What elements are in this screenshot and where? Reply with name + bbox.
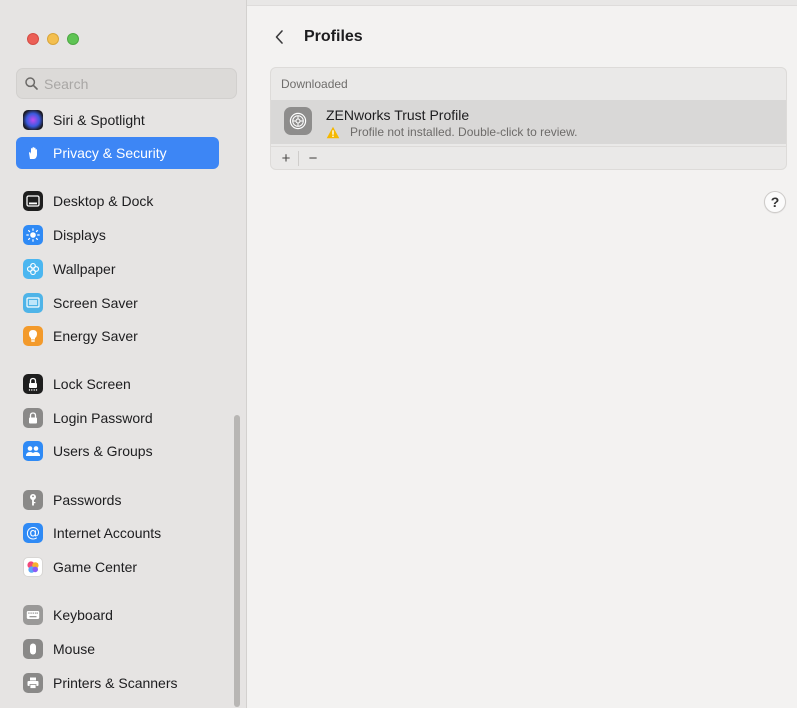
profile-name: ZENworks Trust Profile bbox=[326, 107, 470, 123]
sidebar-item-mouse[interactable]: Mouse bbox=[16, 633, 219, 665]
hand-icon bbox=[23, 143, 43, 163]
zoom-window-button[interactable] bbox=[67, 33, 79, 45]
sidebar-item-lock-screen[interactable]: Lock Screen bbox=[16, 368, 219, 400]
sidebar-item-displays[interactable]: Displays bbox=[16, 219, 219, 251]
add-profile-button[interactable]: + bbox=[277, 149, 295, 167]
profile-status-text: Profile not installed. Double-click to r… bbox=[350, 125, 578, 139]
key-icon bbox=[23, 490, 43, 510]
sidebar-item-internet-accounts[interactable]: @ Internet Accounts bbox=[16, 517, 219, 549]
sidebar-item-energy-saver[interactable]: Energy Saver bbox=[16, 320, 219, 352]
users-icon bbox=[23, 441, 43, 461]
panel-footer: + − bbox=[271, 146, 786, 169]
sidebar-item-users-groups[interactable]: Users & Groups bbox=[16, 435, 219, 467]
lock-screen-icon bbox=[23, 374, 43, 394]
sidebar-item-label: Printers & Scanners bbox=[53, 675, 178, 691]
padlock-icon bbox=[23, 408, 43, 428]
sidebar-item-keyboard[interactable]: Keyboard bbox=[16, 599, 219, 631]
close-window-button[interactable] bbox=[27, 33, 39, 45]
sidebar-item-siri-spotlight[interactable]: Siri & Spotlight bbox=[16, 104, 219, 136]
at-icon: @ bbox=[23, 523, 43, 543]
dock-icon bbox=[23, 191, 43, 211]
sidebar-item-label: Energy Saver bbox=[53, 328, 138, 344]
sidebar-item-label: Users & Groups bbox=[53, 443, 153, 459]
sidebar-item-passwords[interactable]: Passwords bbox=[16, 484, 219, 516]
system-settings-window: Siri & Spotlight Privacy & Security Desk… bbox=[0, 0, 797, 708]
search-input[interactable] bbox=[44, 75, 224, 92]
back-button[interactable] bbox=[269, 26, 289, 48]
sidebar: Siri & Spotlight Privacy & Security Desk… bbox=[0, 0, 247, 708]
window-controls bbox=[27, 33, 79, 45]
sidebar-item-label: Displays bbox=[53, 227, 106, 243]
siri-icon bbox=[23, 110, 43, 130]
gear-icon bbox=[284, 107, 312, 135]
search-icon bbox=[25, 77, 38, 90]
sidebar-item-printers-scanners[interactable]: Printers & Scanners bbox=[16, 667, 219, 699]
sidebar-item-label: Passwords bbox=[53, 492, 122, 508]
sidebar-item-label: Wallpaper bbox=[53, 261, 116, 277]
bulb-icon bbox=[23, 326, 43, 346]
sidebar-item-desktop-dock[interactable]: Desktop & Dock bbox=[16, 185, 219, 217]
remove-profile-button[interactable]: − bbox=[304, 149, 322, 167]
page-title: Profiles bbox=[304, 28, 363, 45]
sidebar-item-label: Desktop & Dock bbox=[53, 193, 154, 209]
minimize-window-button[interactable] bbox=[47, 33, 59, 45]
title-bar-edge bbox=[247, 0, 797, 6]
main-content: Profiles Downloaded ZENworks Trust Profi… bbox=[247, 0, 797, 708]
sidebar-item-label: Privacy & Security bbox=[53, 145, 167, 161]
sidebar-item-privacy-security[interactable]: Privacy & Security bbox=[16, 137, 219, 169]
section-header: Downloaded bbox=[281, 77, 348, 91]
sidebar-item-game-center[interactable]: Game Center bbox=[16, 551, 219, 583]
sidebar-item-label: Internet Accounts bbox=[53, 525, 162, 541]
sidebar-item-label: Siri & Spotlight bbox=[53, 112, 145, 128]
sidebar-scrollbar[interactable] bbox=[234, 415, 240, 707]
profiles-panel: Downloaded ZENworks Trust Profile Profil… bbox=[270, 67, 787, 170]
game-center-icon bbox=[23, 557, 43, 577]
mouse-icon bbox=[23, 639, 43, 659]
keyboard-icon bbox=[23, 605, 43, 625]
profile-status: Profile not installed. Double-click to r… bbox=[326, 125, 577, 139]
sidebar-item-label: Game Center bbox=[53, 559, 138, 575]
sidebar-item-label: Mouse bbox=[53, 641, 96, 657]
footer-divider bbox=[298, 151, 299, 166]
sidebar-item-label: Keyboard bbox=[53, 607, 113, 623]
profile-row[interactable]: ZENworks Trust Profile Profile not insta… bbox=[271, 100, 786, 144]
help-button[interactable]: ? bbox=[764, 191, 786, 213]
sidebar-item-label: Login Password bbox=[53, 410, 153, 426]
sidebar-item-label: Screen Saver bbox=[53, 295, 138, 311]
sidebar-item-screen-saver[interactable]: Screen Saver bbox=[16, 287, 219, 319]
sidebar-item-label: Lock Screen bbox=[53, 376, 131, 392]
sidebar-item-wallpaper[interactable]: Wallpaper bbox=[16, 253, 219, 285]
warning-icon bbox=[326, 126, 340, 138]
sun-icon bbox=[23, 225, 43, 245]
printer-icon bbox=[23, 673, 43, 693]
sidebar-item-login-password[interactable]: Login Password bbox=[16, 402, 219, 434]
flower-icon bbox=[23, 259, 43, 279]
chevron-left-icon bbox=[275, 30, 283, 44]
search-field[interactable] bbox=[16, 68, 237, 99]
screen-saver-icon bbox=[23, 293, 43, 313]
